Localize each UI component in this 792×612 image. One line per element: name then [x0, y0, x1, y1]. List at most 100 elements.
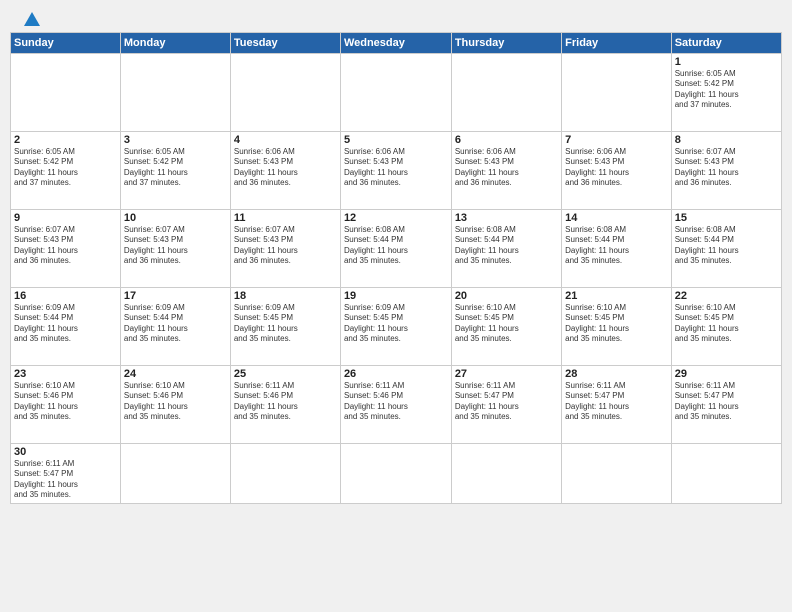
day-info: Sunrise: 6:08 AM Sunset: 5:44 PM Dayligh… [455, 225, 558, 267]
day-number: 8 [675, 134, 778, 146]
day-info: Sunrise: 6:05 AM Sunset: 5:42 PM Dayligh… [675, 69, 778, 111]
day-number: 7 [565, 134, 668, 146]
day-info: Sunrise: 6:06 AM Sunset: 5:43 PM Dayligh… [344, 147, 448, 189]
day-cell [671, 444, 781, 504]
day-info: Sunrise: 6:08 AM Sunset: 5:44 PM Dayligh… [344, 225, 448, 267]
day-cell: 27Sunrise: 6:11 AM Sunset: 5:47 PM Dayli… [451, 366, 561, 444]
day-info: Sunrise: 6:09 AM Sunset: 5:45 PM Dayligh… [234, 303, 337, 345]
day-info: Sunrise: 6:07 AM Sunset: 5:43 PM Dayligh… [675, 147, 778, 189]
day-cell: 11Sunrise: 6:07 AM Sunset: 5:43 PM Dayli… [230, 210, 340, 288]
day-info: Sunrise: 6:11 AM Sunset: 5:47 PM Dayligh… [675, 381, 778, 423]
day-cell [230, 444, 340, 504]
col-header-sunday: Sunday [11, 33, 121, 54]
day-number: 16 [14, 290, 117, 302]
day-number: 28 [565, 368, 668, 380]
day-cell: 20Sunrise: 6:10 AM Sunset: 5:45 PM Dayli… [451, 288, 561, 366]
day-cell: 17Sunrise: 6:09 AM Sunset: 5:44 PM Dayli… [120, 288, 230, 366]
day-number: 25 [234, 368, 337, 380]
day-number: 30 [14, 446, 117, 458]
day-cell: 1Sunrise: 6:05 AM Sunset: 5:42 PM Daylig… [671, 54, 781, 132]
col-header-monday: Monday [120, 33, 230, 54]
day-cell: 29Sunrise: 6:11 AM Sunset: 5:47 PM Dayli… [671, 366, 781, 444]
day-number: 18 [234, 290, 337, 302]
day-cell: 24Sunrise: 6:10 AM Sunset: 5:46 PM Dayli… [120, 366, 230, 444]
day-number: 2 [14, 134, 117, 146]
day-number: 1 [675, 56, 778, 68]
day-number: 5 [344, 134, 448, 146]
day-number: 15 [675, 212, 778, 224]
day-info: Sunrise: 6:09 AM Sunset: 5:44 PM Dayligh… [14, 303, 117, 345]
week-row-4: 23Sunrise: 6:10 AM Sunset: 5:46 PM Dayli… [11, 366, 782, 444]
day-info: Sunrise: 6:11 AM Sunset: 5:46 PM Dayligh… [234, 381, 337, 423]
day-number: 14 [565, 212, 668, 224]
col-header-thursday: Thursday [451, 33, 561, 54]
day-cell [120, 54, 230, 132]
day-info: Sunrise: 6:07 AM Sunset: 5:43 PM Dayligh… [234, 225, 337, 267]
day-cell: 22Sunrise: 6:10 AM Sunset: 5:45 PM Dayli… [671, 288, 781, 366]
day-cell: 15Sunrise: 6:08 AM Sunset: 5:44 PM Dayli… [671, 210, 781, 288]
day-cell [340, 54, 451, 132]
day-cell [11, 54, 121, 132]
day-number: 13 [455, 212, 558, 224]
week-row-1: 2Sunrise: 6:05 AM Sunset: 5:42 PM Daylig… [11, 132, 782, 210]
day-info: Sunrise: 6:11 AM Sunset: 5:47 PM Dayligh… [455, 381, 558, 423]
day-number: 20 [455, 290, 558, 302]
day-cell: 7Sunrise: 6:06 AM Sunset: 5:43 PM Daylig… [562, 132, 672, 210]
col-header-wednesday: Wednesday [340, 33, 451, 54]
day-cell: 4Sunrise: 6:06 AM Sunset: 5:43 PM Daylig… [230, 132, 340, 210]
day-cell [451, 444, 561, 504]
day-info: Sunrise: 6:06 AM Sunset: 5:43 PM Dayligh… [565, 147, 668, 189]
day-info: Sunrise: 6:11 AM Sunset: 5:46 PM Dayligh… [344, 381, 448, 423]
day-number: 10 [124, 212, 227, 224]
day-cell [230, 54, 340, 132]
day-number: 9 [14, 212, 117, 224]
day-cell: 16Sunrise: 6:09 AM Sunset: 5:44 PM Dayli… [11, 288, 121, 366]
day-cell: 30Sunrise: 6:11 AM Sunset: 5:47 PM Dayli… [11, 444, 121, 504]
day-cell: 21Sunrise: 6:10 AM Sunset: 5:45 PM Dayli… [562, 288, 672, 366]
day-info: Sunrise: 6:10 AM Sunset: 5:45 PM Dayligh… [565, 303, 668, 345]
day-number: 19 [344, 290, 448, 302]
logo-triangle-icon [24, 12, 40, 26]
day-cell: 2Sunrise: 6:05 AM Sunset: 5:42 PM Daylig… [11, 132, 121, 210]
day-cell: 9Sunrise: 6:07 AM Sunset: 5:43 PM Daylig… [11, 210, 121, 288]
day-info: Sunrise: 6:07 AM Sunset: 5:43 PM Dayligh… [14, 225, 117, 267]
day-cell: 12Sunrise: 6:08 AM Sunset: 5:44 PM Dayli… [340, 210, 451, 288]
day-number: 23 [14, 368, 117, 380]
day-cell [340, 444, 451, 504]
day-cell: 23Sunrise: 6:10 AM Sunset: 5:46 PM Dayli… [11, 366, 121, 444]
day-info: Sunrise: 6:10 AM Sunset: 5:45 PM Dayligh… [675, 303, 778, 345]
day-cell [120, 444, 230, 504]
day-number: 26 [344, 368, 448, 380]
day-number: 22 [675, 290, 778, 302]
day-info: Sunrise: 6:09 AM Sunset: 5:44 PM Dayligh… [124, 303, 227, 345]
day-info: Sunrise: 6:11 AM Sunset: 5:47 PM Dayligh… [565, 381, 668, 423]
day-info: Sunrise: 6:05 AM Sunset: 5:42 PM Dayligh… [124, 147, 227, 189]
day-cell: 10Sunrise: 6:07 AM Sunset: 5:43 PM Dayli… [120, 210, 230, 288]
day-cell: 28Sunrise: 6:11 AM Sunset: 5:47 PM Dayli… [562, 366, 672, 444]
header [10, 10, 782, 26]
day-number: 3 [124, 134, 227, 146]
day-cell: 6Sunrise: 6:06 AM Sunset: 5:43 PM Daylig… [451, 132, 561, 210]
day-number: 6 [455, 134, 558, 146]
day-cell [451, 54, 561, 132]
day-info: Sunrise: 6:05 AM Sunset: 5:42 PM Dayligh… [14, 147, 117, 189]
day-number: 12 [344, 212, 448, 224]
day-number: 24 [124, 368, 227, 380]
logo-icon [14, 10, 40, 26]
day-info: Sunrise: 6:10 AM Sunset: 5:46 PM Dayligh… [124, 381, 227, 423]
day-info: Sunrise: 6:10 AM Sunset: 5:46 PM Dayligh… [14, 381, 117, 423]
day-info: Sunrise: 6:06 AM Sunset: 5:43 PM Dayligh… [234, 147, 337, 189]
day-cell [562, 54, 672, 132]
day-number: 4 [234, 134, 337, 146]
week-row-2: 9Sunrise: 6:07 AM Sunset: 5:43 PM Daylig… [11, 210, 782, 288]
day-number: 11 [234, 212, 337, 224]
day-info: Sunrise: 6:11 AM Sunset: 5:47 PM Dayligh… [14, 459, 117, 501]
day-info: Sunrise: 6:08 AM Sunset: 5:44 PM Dayligh… [675, 225, 778, 267]
day-cell: 19Sunrise: 6:09 AM Sunset: 5:45 PM Dayli… [340, 288, 451, 366]
day-info: Sunrise: 6:10 AM Sunset: 5:45 PM Dayligh… [455, 303, 558, 345]
day-cell: 3Sunrise: 6:05 AM Sunset: 5:42 PM Daylig… [120, 132, 230, 210]
day-info: Sunrise: 6:08 AM Sunset: 5:44 PM Dayligh… [565, 225, 668, 267]
day-number: 17 [124, 290, 227, 302]
col-header-tuesday: Tuesday [230, 33, 340, 54]
calendar-table: SundayMondayTuesdayWednesdayThursdayFrid… [10, 32, 782, 504]
